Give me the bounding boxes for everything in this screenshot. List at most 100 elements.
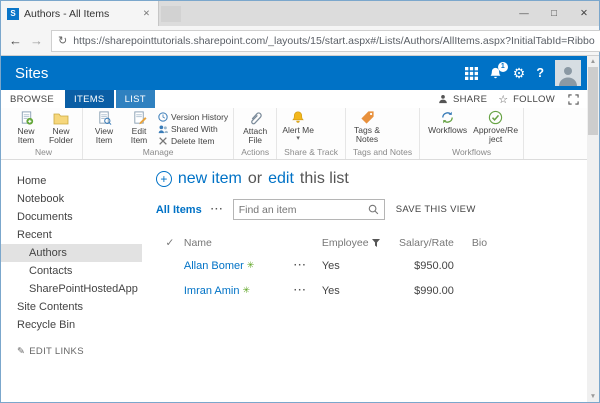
browser-viewport: Sites 1 ⚙ ? BRO <box>1 56 599 402</box>
alert-me-button[interactable]: Alert Me ▾ <box>282 110 314 142</box>
view-more-ellipsis[interactable]: ··· <box>211 204 224 215</box>
view-toolbar: All Items ··· SAVE THIS VIEW <box>156 199 579 220</box>
view-item-button[interactable]: View Item <box>88 110 120 145</box>
ribbon-group-share-track: Alert Me ▾ Share & Track <box>277 108 346 159</box>
sidebar-item-site-contents[interactable]: Site Contents <box>1 298 142 316</box>
row-more-ellipsis[interactable]: ··· <box>294 260 322 271</box>
edit-list-link[interactable]: edit <box>268 170 294 188</box>
table-row[interactable]: Allan Bomer ✳ ··· Yes $950.00 <box>156 253 579 278</box>
minimize-button[interactable]: — <box>509 1 539 26</box>
column-header-employee[interactable]: Employee <box>322 237 384 249</box>
workflows-button[interactable]: Workflows <box>425 110 470 135</box>
page-body: Home Notebook Documents Recent Authors C… <box>1 160 587 402</box>
new-folder-icon <box>53 110 69 126</box>
notifications-bell-icon[interactable]: 1 <box>489 67 502 80</box>
pencil-icon: ✎ <box>17 346 25 357</box>
list-search-box[interactable] <box>233 199 385 220</box>
version-history-button[interactable]: Version History <box>158 112 228 122</box>
vertical-scrollbar[interactable]: ▲ ▼ <box>587 56 599 402</box>
ribbon-group-actions: Attach File Actions <box>234 108 277 159</box>
search-icon[interactable] <box>368 204 379 215</box>
plus-circle-icon: + <box>156 171 172 187</box>
row-more-ellipsis[interactable]: ··· <box>294 285 322 296</box>
attach-file-button[interactable]: Attach File <box>239 110 271 145</box>
new-folder-button[interactable]: New Folder <box>45 110 77 145</box>
new-item-badge-icon: ✳ <box>243 286 251 295</box>
follow-button[interactable]: FOLLOW <box>513 94 555 105</box>
browser-titlebar: S Authors - All Items ✕ — □ ✕ <box>1 1 599 26</box>
sidebar-item-recycle-bin[interactable]: Recycle Bin <box>1 316 142 334</box>
table-row[interactable]: Imran Amin ✳ ··· Yes $990.00 <box>156 278 579 303</box>
search-input[interactable] <box>239 204 368 216</box>
focus-on-content-icon[interactable] <box>568 94 579 105</box>
tab-items[interactable]: ITEMS <box>65 90 114 108</box>
manage-small-buttons: Version History Shared With Delete Item <box>158 110 228 146</box>
sidebar-item-notebook[interactable]: Notebook <box>1 190 142 208</box>
edit-item-icon <box>132 110 147 126</box>
help-icon[interactable]: ? <box>536 66 544 80</box>
scrollbar-thumb[interactable] <box>588 67 598 135</box>
settings-gear-icon[interactable]: ⚙ <box>513 66 526 80</box>
tab-close-icon[interactable]: ✕ <box>141 6 152 21</box>
approve-reject-icon <box>488 110 503 125</box>
sidebar-item-documents[interactable]: Documents <box>1 208 142 226</box>
new-tab-button[interactable] <box>161 6 181 22</box>
tab-list[interactable]: LIST <box>116 90 155 108</box>
item-name-link[interactable]: Allan Bomer <box>184 260 244 272</box>
view-item-icon <box>97 110 112 126</box>
group-label-manage: Manage <box>88 146 228 159</box>
group-label-new: New <box>10 146 77 159</box>
sidebar-item-sharepointhostedapp[interactable]: SharePointHostedApp <box>1 280 142 298</box>
ribbon-tab-strip: BROWSE ITEMS LIST SHARE ☆ FOLLOW <box>1 90 587 108</box>
select-all-check-icon[interactable]: ✓ <box>156 237 184 249</box>
scroll-up-icon[interactable]: ▲ <box>590 56 596 67</box>
list-view-main: + new item or edit this list All Items ·… <box>142 160 587 402</box>
salary-cell: $990.00 <box>384 285 454 297</box>
new-item-button[interactable]: New Item <box>10 110 42 145</box>
this-list-text: this list <box>300 170 349 188</box>
sidebar-item-authors[interactable]: Authors <box>1 244 142 262</box>
delete-item-button[interactable]: Delete Item <box>158 136 228 146</box>
sidebar-item-home[interactable]: Home <box>1 172 142 190</box>
approve-reject-button[interactable]: Approve/Reject <box>473 110 518 144</box>
share-button[interactable]: SHARE <box>453 94 487 105</box>
version-history-icon <box>158 112 168 122</box>
app-launcher-icon[interactable] <box>465 67 478 80</box>
share-icon <box>438 94 448 104</box>
forward-button[interactable]: → <box>30 34 43 47</box>
url-field[interactable]: ↻ https://sharepointtutorials.sharepoint… <box>51 30 600 52</box>
browser-tab[interactable]: S Authors - All Items ✕ <box>1 1 159 26</box>
column-header-salary[interactable]: Salary/Rate <box>384 237 454 249</box>
refresh-icon[interactable]: ↻ <box>58 34 67 47</box>
tags-notes-button[interactable]: Tags & Notes <box>351 110 383 144</box>
ribbon-group-workflows: Workflows Approve/Reject Workflows <box>420 108 524 159</box>
shared-with-button[interactable]: Shared With <box>158 124 228 134</box>
attach-file-icon <box>248 110 263 126</box>
edit-links-button[interactable]: ✎ EDIT LINKS <box>1 346 142 357</box>
suite-bar: Sites 1 ⚙ ? <box>1 56 587 90</box>
sidebar-item-contacts[interactable]: Contacts <box>1 262 142 280</box>
maximize-button[interactable]: □ <box>539 1 569 26</box>
table-header-row: ✓ Name Employee Salary/Rate Bio <box>156 233 579 253</box>
item-name-link[interactable]: Imran Amin <box>184 285 240 297</box>
browser-addressbar: ← → ↻ https://sharepointtutorials.sharep… <box>1 26 599 56</box>
column-header-name[interactable]: Name <box>184 237 294 249</box>
edit-item-button[interactable]: Edit Item <box>123 110 155 145</box>
sidebar-item-recent[interactable]: Recent <box>1 226 142 244</box>
tags-notes-icon <box>360 110 375 125</box>
user-avatar[interactable] <box>555 60 581 86</box>
tab-browse[interactable]: BROWSE <box>1 90 63 108</box>
scroll-down-icon[interactable]: ▼ <box>590 391 596 402</box>
alert-me-icon <box>291 110 305 125</box>
column-header-bio[interactable]: Bio <box>454 237 500 249</box>
employee-cell: Yes <box>322 285 384 297</box>
back-button[interactable]: ← <box>9 34 22 47</box>
view-selector-all-items[interactable]: All Items <box>156 204 202 216</box>
new-item-link[interactable]: new item <box>178 170 242 188</box>
workflows-icon <box>440 110 455 125</box>
window-controls: — □ ✕ <box>509 1 599 26</box>
browser-window: S Authors - All Items ✕ — □ ✕ ← → ↻ http… <box>0 0 600 403</box>
salary-cell: $950.00 <box>384 260 454 272</box>
save-this-view-link[interactable]: SAVE THIS VIEW <box>396 204 476 215</box>
close-button[interactable]: ✕ <box>569 1 599 26</box>
